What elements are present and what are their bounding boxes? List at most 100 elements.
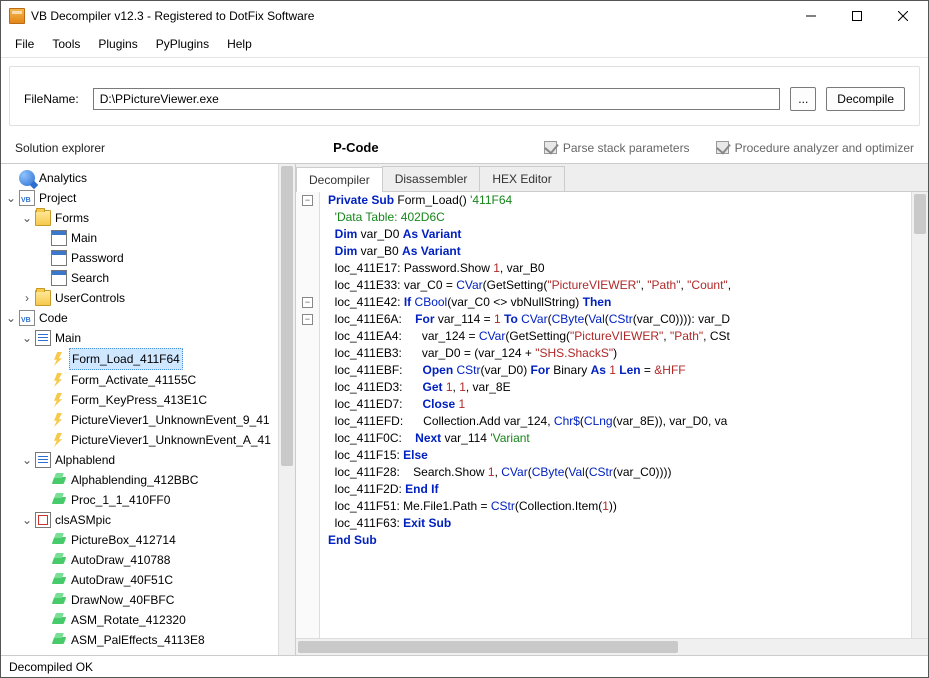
tree-label: AutoDraw_40F51C: [69, 570, 175, 590]
filename-input[interactable]: [93, 88, 781, 110]
maximize-button[interactable]: [834, 1, 880, 31]
tree-proc[interactable]: ·AutoDraw_40F51C: [5, 570, 295, 590]
menu-plugins[interactable]: Plugins: [90, 33, 145, 55]
proc-analyzer-label: Procedure analyzer and optimizer: [735, 141, 914, 155]
module-icon: [35, 330, 51, 346]
tree-usercontrols[interactable]: › UserControls: [5, 288, 295, 308]
tree-label: DrawNow_40FBFC: [69, 590, 176, 610]
code-line: End Sub: [296, 532, 928, 549]
tree-label: UserControls: [53, 288, 127, 308]
proc-icon: [51, 412, 67, 428]
menu-tools[interactable]: Tools: [44, 33, 88, 55]
editor-gutter: − − −: [296, 192, 320, 638]
tree-proc[interactable]: ·Form_Activate_41155C: [5, 370, 295, 390]
tree-proc[interactable]: ·Proc_1_1_410FF0: [5, 490, 295, 510]
expander-icon[interactable]: ›: [21, 288, 33, 308]
code-line: loc_411F2D: End If: [296, 481, 928, 498]
tree-clsasmpic[interactable]: ⌄clsASMpic: [5, 510, 295, 530]
code-line: loc_411ED3: Get 1, 1, var_8E: [296, 379, 928, 396]
pcode-label: P-Code: [333, 140, 379, 155]
fold-icon[interactable]: −: [302, 297, 313, 308]
code-editor[interactable]: − − − Private Sub Form_Load() '411F64 'D…: [296, 192, 928, 638]
code-line: loc_411E6A: For var_114 = 1 To CVar(CByt…: [296, 311, 928, 328]
tree-proc[interactable]: ·PictureBox_412714: [5, 530, 295, 550]
public-icon: [51, 552, 67, 568]
tree-proc[interactable]: ·AutoDraw_410788: [5, 550, 295, 570]
code-line: loc_411ED7: Close 1: [296, 396, 928, 413]
tree-form-item[interactable]: ·Search: [5, 268, 295, 288]
minimize-button[interactable]: [788, 1, 834, 31]
tree-scrollbar[interactable]: [278, 164, 295, 655]
tree-label: Alphablending_412BBC: [69, 470, 200, 490]
check-icon: [544, 141, 557, 154]
tree-forms[interactable]: ⌄Forms: [5, 208, 295, 228]
code-line: loc_411EBF: Open CStr(var_D0) For Binary…: [296, 362, 928, 379]
close-button[interactable]: [880, 1, 926, 31]
tree-label: Search: [69, 268, 111, 288]
analytics-icon: [19, 170, 35, 186]
folder-icon: [35, 290, 51, 306]
expander-icon[interactable]: ⌄: [21, 328, 33, 348]
tree-proc[interactable]: ·PictureViever1_UnknownEvent_9_41: [5, 410, 295, 430]
code-line: loc_411F15: Else: [296, 447, 928, 464]
form-icon: [51, 250, 67, 266]
tab-hex[interactable]: HEX Editor: [479, 166, 564, 191]
filename-label: FileName:: [24, 92, 79, 106]
browse-button[interactable]: ...: [790, 87, 816, 111]
expander-icon[interactable]: ⌄: [21, 510, 33, 530]
menu-file[interactable]: File: [7, 33, 42, 55]
menu-pyplugins[interactable]: PyPlugins: [148, 33, 217, 55]
editor-vscrollbar[interactable]: [911, 192, 928, 638]
proc-icon: [51, 351, 67, 367]
fold-icon[interactable]: −: [302, 314, 313, 325]
public-icon: [51, 472, 67, 488]
menubar: File Tools Plugins PyPlugins Help: [1, 31, 928, 58]
code-line: loc_411EA4: var_124 = CVar(GetSetting("P…: [296, 328, 928, 345]
tree-label: AutoDraw_410788: [69, 550, 172, 570]
tree-analytics[interactable]: ▾Analytics: [5, 168, 295, 188]
tree-form-item[interactable]: ·Main: [5, 228, 295, 248]
code-root-icon: [19, 310, 35, 326]
tree-proc[interactable]: ·Alphablending_412BBC: [5, 470, 295, 490]
tree-label: PictureViever1_UnknownEvent_A_41: [69, 430, 273, 450]
fold-icon[interactable]: −: [302, 195, 313, 206]
expander-icon[interactable]: ⌄: [5, 188, 17, 208]
expander-icon[interactable]: ⌄: [5, 308, 17, 328]
editor-hscrollbar[interactable]: [296, 638, 928, 655]
form-icon: [51, 270, 67, 286]
proc-icon: [51, 392, 67, 408]
code-line: loc_411EB3: var_D0 = (var_124 + "SHS.Sha…: [296, 345, 928, 362]
expander-icon[interactable]: ⌄: [21, 450, 33, 470]
parse-stack-checkbox[interactable]: Parse stack parameters: [544, 141, 690, 155]
tree-label: Code: [37, 308, 70, 328]
solution-explorer[interactable]: ▾Analytics ⌄Project ⌄Forms ·Main ·Passwo…: [1, 164, 296, 655]
public-icon: [51, 492, 67, 508]
tree-proc[interactable]: ·ASM_Rotate_412320: [5, 610, 295, 630]
tree-label: Main: [53, 328, 83, 348]
tree-proc-form-load[interactable]: ·Form_Load_411F64: [5, 348, 295, 370]
tree-label: Form_Load_411F64: [69, 348, 183, 370]
tree-label: PictureBox_412714: [69, 530, 178, 550]
tree-proc[interactable]: ·Form_KeyPress_413E1C: [5, 390, 295, 410]
menu-help[interactable]: Help: [219, 33, 260, 55]
public-icon: [51, 532, 67, 548]
tree-proc[interactable]: ·PictureViever1_UnknownEvent_A_41: [5, 430, 295, 450]
proc-icon: [51, 432, 67, 448]
tree-main[interactable]: ⌄ Main: [5, 328, 295, 348]
tree-proc[interactable]: ·DrawNow_40FBFC: [5, 590, 295, 610]
tree-label: Alphablend: [53, 450, 117, 470]
tab-disassembler[interactable]: Disassembler: [382, 166, 481, 191]
expander-icon[interactable]: ⌄: [21, 208, 33, 228]
tree-code[interactable]: ⌄ Code: [5, 308, 295, 328]
tree-proc[interactable]: ·ASM_PalEffects_4113E8: [5, 630, 295, 650]
solution-explorer-label: Solution explorer: [15, 141, 105, 155]
tab-decompiler[interactable]: Decompiler: [296, 167, 383, 192]
tree-form-item[interactable]: ·Password: [5, 248, 295, 268]
code-line: Dim var_B0 As Variant: [296, 243, 928, 260]
app-icon: [9, 8, 25, 24]
tree-project[interactable]: ⌄Project: [5, 188, 295, 208]
proc-analyzer-checkbox[interactable]: Procedure analyzer and optimizer: [716, 141, 914, 155]
code-line: loc_411E17: Password.Show 1, var_B0: [296, 260, 928, 277]
decompile-button[interactable]: Decompile: [826, 87, 905, 111]
tree-alphablend[interactable]: ⌄ Alphablend: [5, 450, 295, 470]
